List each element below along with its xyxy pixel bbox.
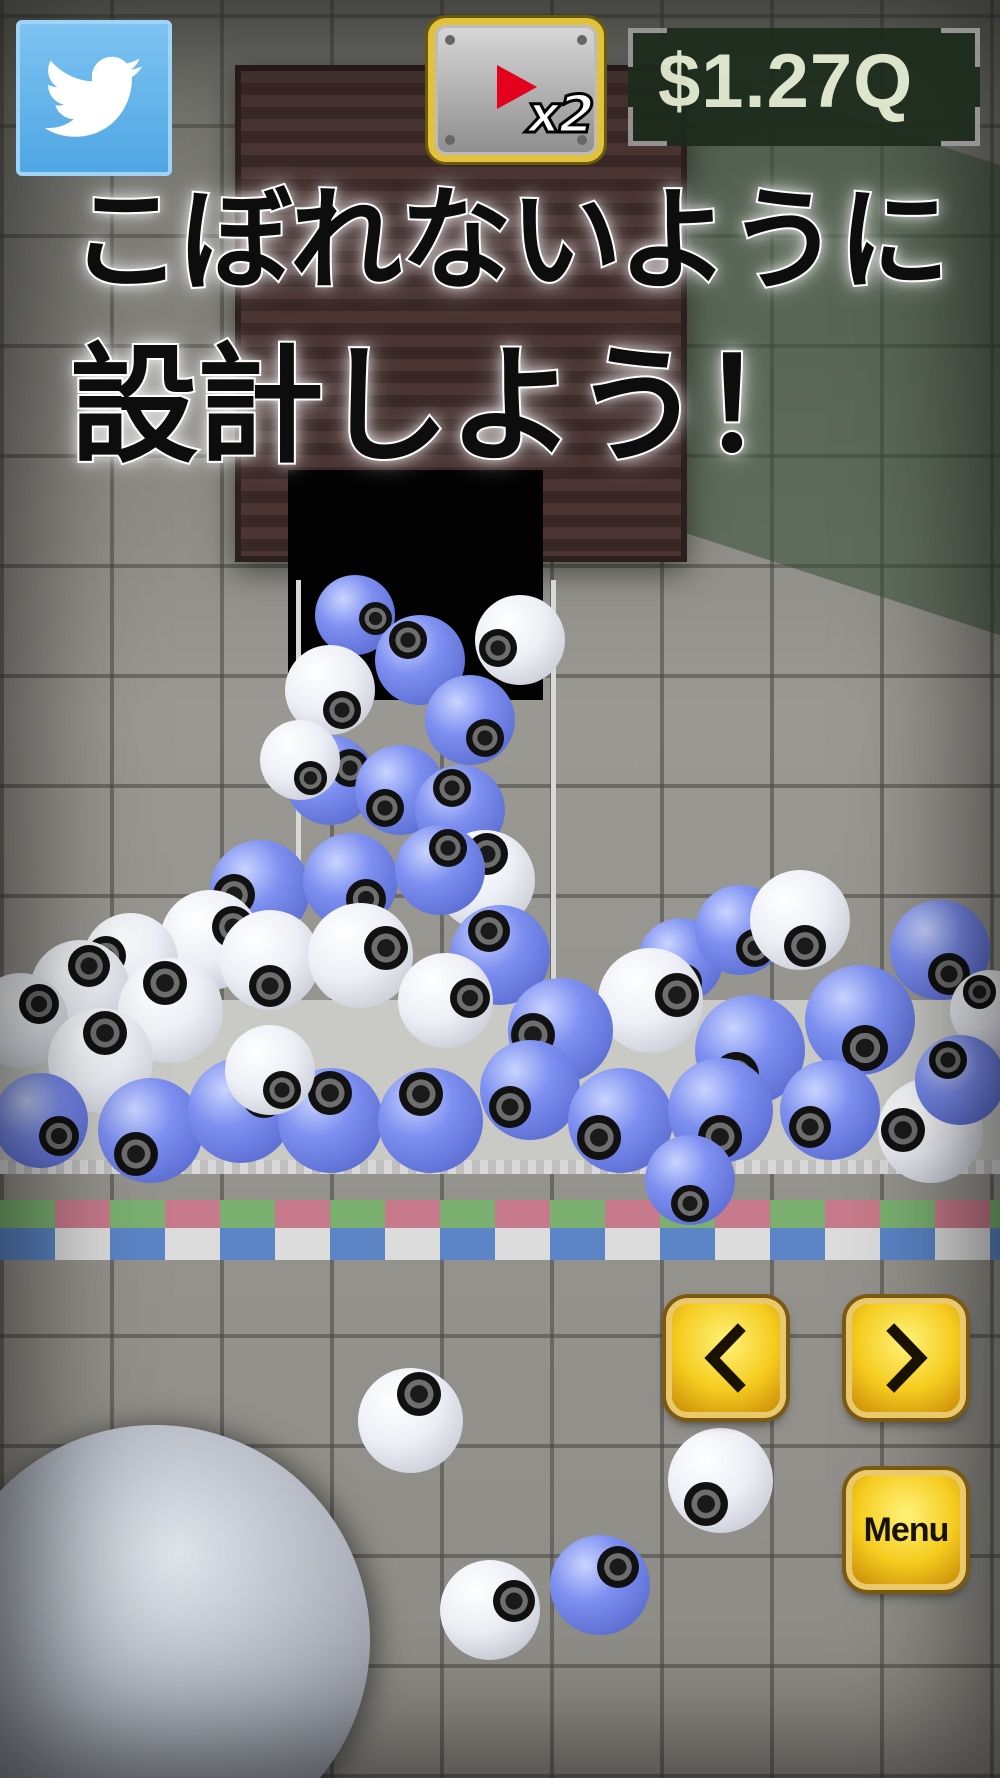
- eyeball: [307, 902, 413, 1008]
- eyeball: [225, 1025, 315, 1115]
- eyeball-pupil: [880, 1107, 925, 1153]
- eyeball-pupil: [489, 1085, 532, 1128]
- money-panel: $1.27Q: [628, 28, 980, 146]
- eyeball-pupil: [429, 829, 467, 867]
- eyeball: [260, 720, 340, 800]
- eyeball: [425, 675, 515, 765]
- eyeball: [597, 947, 703, 1053]
- eyeball-pupil: [783, 924, 826, 967]
- eyeball: [915, 1035, 1000, 1125]
- eyeball-pupil: [671, 1184, 709, 1223]
- eyeball-pupil: [449, 977, 490, 1018]
- eyeball: [550, 1535, 650, 1635]
- eyeball-pupil: [468, 910, 510, 953]
- x2-label: x2: [526, 84, 597, 147]
- eyeball-pupil: [366, 789, 404, 827]
- eyeball-pupil: [397, 1372, 442, 1417]
- eyeball: [0, 1072, 88, 1168]
- eyeball-pupil: [684, 1481, 729, 1526]
- tray-stripe-bottom: [0, 1228, 1000, 1260]
- eyeball-pupil: [322, 691, 361, 730]
- headline-line-1: こぼれないように: [68, 174, 952, 308]
- frame-corner: [941, 28, 980, 67]
- eyeball: [645, 1135, 735, 1225]
- rivet: [577, 35, 587, 45]
- eyeball-pupil: [389, 620, 428, 659]
- menu-button[interactable]: Menu: [846, 1470, 966, 1590]
- eyeball-pupil: [577, 1115, 622, 1160]
- eyeball: [395, 825, 485, 915]
- twitter-bird-icon: [44, 56, 143, 137]
- eyeball-pupil: [479, 629, 517, 667]
- eyeball: [805, 965, 915, 1075]
- next-button[interactable]: [846, 1298, 966, 1418]
- eyeball-pupil: [143, 961, 188, 1006]
- eyeball: [377, 1067, 483, 1173]
- eyeball: [475, 595, 565, 685]
- eyeball: [667, 1427, 773, 1533]
- eyeball-pupil: [398, 1072, 443, 1117]
- prev-button[interactable]: [666, 1298, 786, 1418]
- eyeball: [480, 1040, 580, 1140]
- eyeball-pupil: [249, 965, 291, 1007]
- eyeball: [397, 952, 493, 1048]
- eyeball-pupil: [789, 1105, 832, 1148]
- eyeball-pupil: [493, 1580, 536, 1623]
- eyeball-pupil: [962, 975, 997, 1009]
- eyeball-pupil: [18, 984, 59, 1025]
- chevron-right-icon: [886, 1323, 928, 1393]
- eyeball-pupil: [114, 1131, 159, 1176]
- eyeball: [357, 1367, 463, 1473]
- eyeball-pupil: [67, 944, 110, 987]
- eyeball: [750, 870, 850, 970]
- eyeball-pupil: [466, 719, 504, 757]
- eyeball-pupil: [654, 973, 699, 1018]
- eyeball-pupil: [597, 1545, 640, 1588]
- headline-line-2: 設計しよう！: [68, 330, 830, 483]
- menu-label: Menu: [863, 1510, 950, 1549]
- eyeball-pupil: [364, 925, 409, 970]
- eyeball-pupil: [38, 1115, 79, 1156]
- eyeball-pupil: [82, 1011, 127, 1056]
- rivet: [445, 35, 455, 45]
- eyeball: [220, 910, 320, 1010]
- eyeball: [97, 1077, 203, 1183]
- eyeball-pupil: [262, 1071, 301, 1110]
- eyeball-pupil: [929, 1040, 968, 1079]
- eyeball: [440, 1560, 540, 1660]
- money-counter: $1.27Q: [658, 39, 914, 124]
- eyeball-pupil: [307, 1070, 353, 1115]
- eyeball-pupil: [433, 769, 471, 807]
- video-double-button[interactable]: x2: [428, 18, 604, 162]
- eyeball-pupil: [293, 761, 328, 795]
- eyeball: [780, 1060, 880, 1160]
- chevron-left-icon: [704, 1323, 746, 1393]
- frame-corner: [941, 107, 980, 146]
- rivet: [445, 135, 455, 145]
